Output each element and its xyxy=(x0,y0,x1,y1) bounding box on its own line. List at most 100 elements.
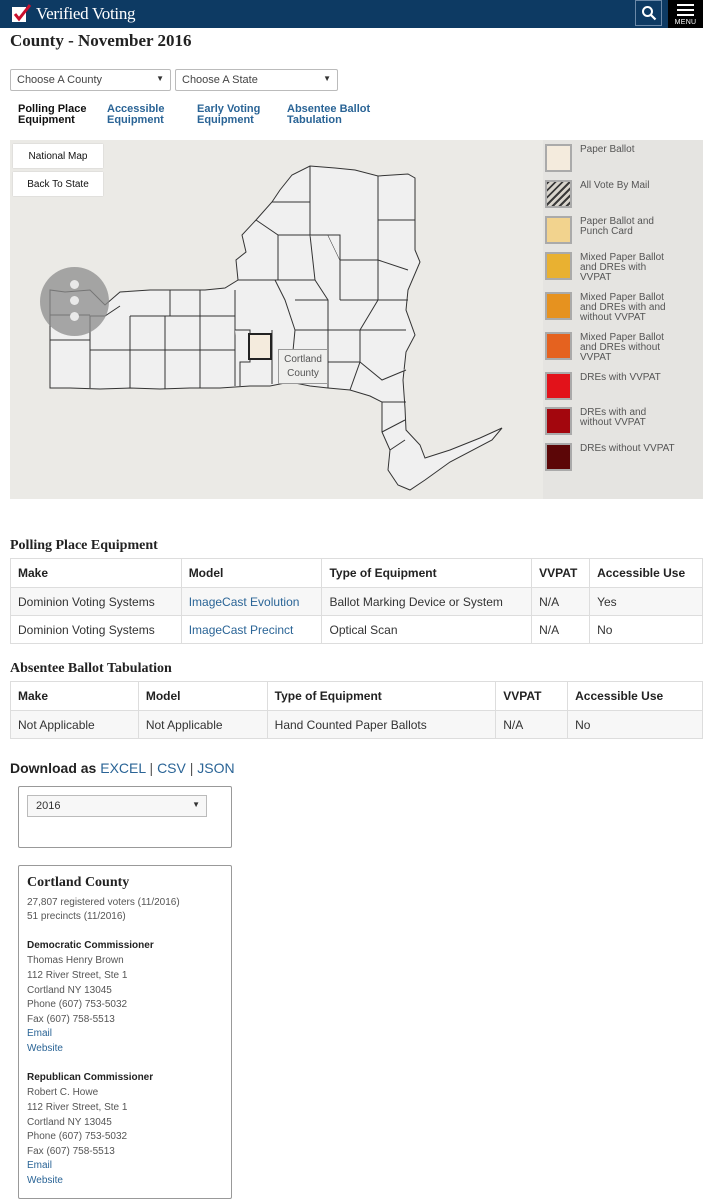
table-cell: No xyxy=(567,710,703,739)
tab-absentee-ballot-tabulation[interactable]: Absentee Ballot Tabulation xyxy=(287,104,370,126)
table-cell: Dominion Voting Systems xyxy=(10,587,182,616)
column-header: Type of Equipment xyxy=(266,681,497,711)
legend-label: Mixed Paper Ballot and DREs with VVPAT xyxy=(580,252,664,283)
cortland-county-region xyxy=(248,333,272,360)
csv-link[interactable]: CSV xyxy=(157,760,186,776)
legend-swatch xyxy=(545,332,572,360)
table-header-row: Make Model Type of Equipment VVPAT Acces… xyxy=(10,558,703,588)
back-to-state-button[interactable]: Back To State xyxy=(13,172,103,196)
menu-button[interactable]: MENU xyxy=(668,0,703,28)
page-title: County - November 2016 xyxy=(10,31,192,50)
table-cell: Dominion Voting Systems xyxy=(10,615,182,644)
tooltip-line: Cortland xyxy=(284,354,322,365)
dem-website-link[interactable]: Website xyxy=(27,1043,63,1054)
separator: | xyxy=(149,760,154,776)
legend-label: Paper Ballot and Punch Card xyxy=(580,216,654,237)
rep-address-line: 112 River Street, Ste 1 xyxy=(27,1102,128,1113)
model-link[interactable]: ImageCast Precinct xyxy=(189,623,294,637)
table-cell: Hand Counted Paper Ballots xyxy=(266,710,497,739)
year-select[interactable]: 2016 ▼ xyxy=(27,795,207,817)
table-cell: N/A xyxy=(495,710,569,739)
chevron-down-icon: ▼ xyxy=(323,74,331,83)
table-header-row: Make Model Type of Equipment VVPAT Acces… xyxy=(10,681,703,711)
state-select-value: Choose A State xyxy=(182,74,258,86)
legend-swatch xyxy=(545,252,572,280)
rep-phone: Phone (607) 753-5032 xyxy=(27,1131,128,1142)
back-to-state-label: Back To State xyxy=(27,178,89,190)
brand-name: Verified Voting xyxy=(36,4,136,23)
legend-label: Mixed Paper Ballot and DREs without VVPA… xyxy=(580,332,664,363)
county-tooltip: Cortland County xyxy=(278,349,328,384)
national-map-button[interactable]: National Map xyxy=(13,144,103,168)
tab-label: Equipment xyxy=(18,114,75,126)
more-vertical-icon xyxy=(70,296,79,305)
dem-phone: Phone (607) 753-5032 xyxy=(27,999,128,1010)
precinct-count: 51 precincts (11/2016) xyxy=(27,911,126,922)
dem-commissioner-title: Democratic Commissioner xyxy=(27,940,154,951)
brand-logo[interactable]: Verified Voting xyxy=(10,3,136,25)
absentee-tabulation-table: Make Model Type of Equipment VVPAT Acces… xyxy=(10,681,703,739)
polling-equipment-table: Make Model Type of Equipment VVPAT Acces… xyxy=(10,558,703,644)
table-cell: Not Applicable xyxy=(137,710,268,739)
absentee-section-heading: Absentee Ballot Tabulation xyxy=(10,661,172,676)
table-row: Dominion Voting Systems ImageCast Precin… xyxy=(10,615,703,644)
chevron-down-icon: ▼ xyxy=(156,74,164,83)
legend-swatch xyxy=(545,216,572,244)
national-map-label: National Map xyxy=(28,150,88,162)
state-map: National Map Back To State Cortland Coun… xyxy=(10,140,703,499)
column-header: Accessible Use xyxy=(567,681,703,711)
legend-swatch xyxy=(545,407,572,435)
legend-label: Paper Ballot xyxy=(580,144,635,155)
tab-label: Tabulation xyxy=(287,114,342,126)
legend-swatch xyxy=(545,144,572,172)
table-cell: Yes xyxy=(589,587,703,616)
state-select[interactable]: Choose A State ▼ xyxy=(175,69,338,91)
column-header: Make xyxy=(10,558,182,588)
tab-label: Equipment xyxy=(197,114,254,126)
rep-email-link[interactable]: Email xyxy=(27,1160,52,1171)
dem-email-link[interactable]: Email xyxy=(27,1028,52,1039)
rep-commissioner-name: Robert C. Howe xyxy=(27,1087,99,1098)
tab-label: Equipment xyxy=(107,114,164,126)
more-vertical-icon xyxy=(70,280,79,289)
tab-early-voting-equipment[interactable]: Early Voting Equipment xyxy=(197,104,260,126)
legend-swatch xyxy=(545,292,572,320)
county-select-value: Choose A County xyxy=(17,74,103,86)
rep-commissioner-title: Republican Commissioner xyxy=(27,1072,154,1083)
table-cell: Optical Scan xyxy=(321,615,533,644)
download-label: Download as xyxy=(10,760,97,776)
tab-polling-place-equipment[interactable]: Polling Place Equipment xyxy=(18,104,86,126)
tab-accessible-equipment[interactable]: Accessible Equipment xyxy=(107,104,164,126)
year-select-value: 2016 xyxy=(36,800,61,812)
rep-website-link[interactable]: Website xyxy=(27,1175,63,1186)
json-link[interactable]: JSON xyxy=(197,760,234,776)
checkmark-logo-icon xyxy=(12,4,32,22)
rep-fax: Fax (607) 758-5513 xyxy=(27,1146,115,1157)
column-header: Make xyxy=(10,681,139,711)
search-icon xyxy=(641,6,656,21)
legend-label: Mixed Paper Ballot and DREs with and wit… xyxy=(580,292,666,323)
table-cell: Ballot Marking Device or System xyxy=(321,587,533,616)
legend-label: DREs without VVPAT xyxy=(580,443,675,454)
year-filter-box: 2016 ▼ xyxy=(18,786,232,848)
excel-link[interactable]: EXCEL xyxy=(100,760,145,776)
table-cell: N/A xyxy=(531,587,591,616)
legend-label: All Vote By Mail xyxy=(580,180,650,191)
county-select[interactable]: Choose A County ▼ xyxy=(10,69,171,91)
dem-address-line: 112 River Street, Ste 1 xyxy=(27,970,128,981)
menu-label: MENU xyxy=(674,18,697,26)
model-link[interactable]: ImageCast Evolution xyxy=(189,595,300,609)
legend-label: DREs with and without VVPAT xyxy=(580,407,647,428)
legend-label: DREs with VVPAT xyxy=(580,372,661,383)
dem-address-line: Cortland NY 13045 xyxy=(27,985,112,996)
county-name: Cortland County xyxy=(27,875,130,890)
more-vertical-icon xyxy=(70,312,79,321)
legend-swatch xyxy=(545,180,572,208)
table-row: Not Applicable Not Applicable Hand Count… xyxy=(10,710,703,739)
dem-commissioner-name: Thomas Henry Brown xyxy=(27,955,124,966)
map-legend: Paper Ballot All Vote By Mail Paper Ball… xyxy=(543,140,703,499)
table-cell: Not Applicable xyxy=(10,710,139,739)
more-options-button[interactable] xyxy=(40,267,109,336)
download-links: Download as EXCEL | CSV | JSON xyxy=(10,760,235,776)
search-button[interactable] xyxy=(635,0,662,26)
